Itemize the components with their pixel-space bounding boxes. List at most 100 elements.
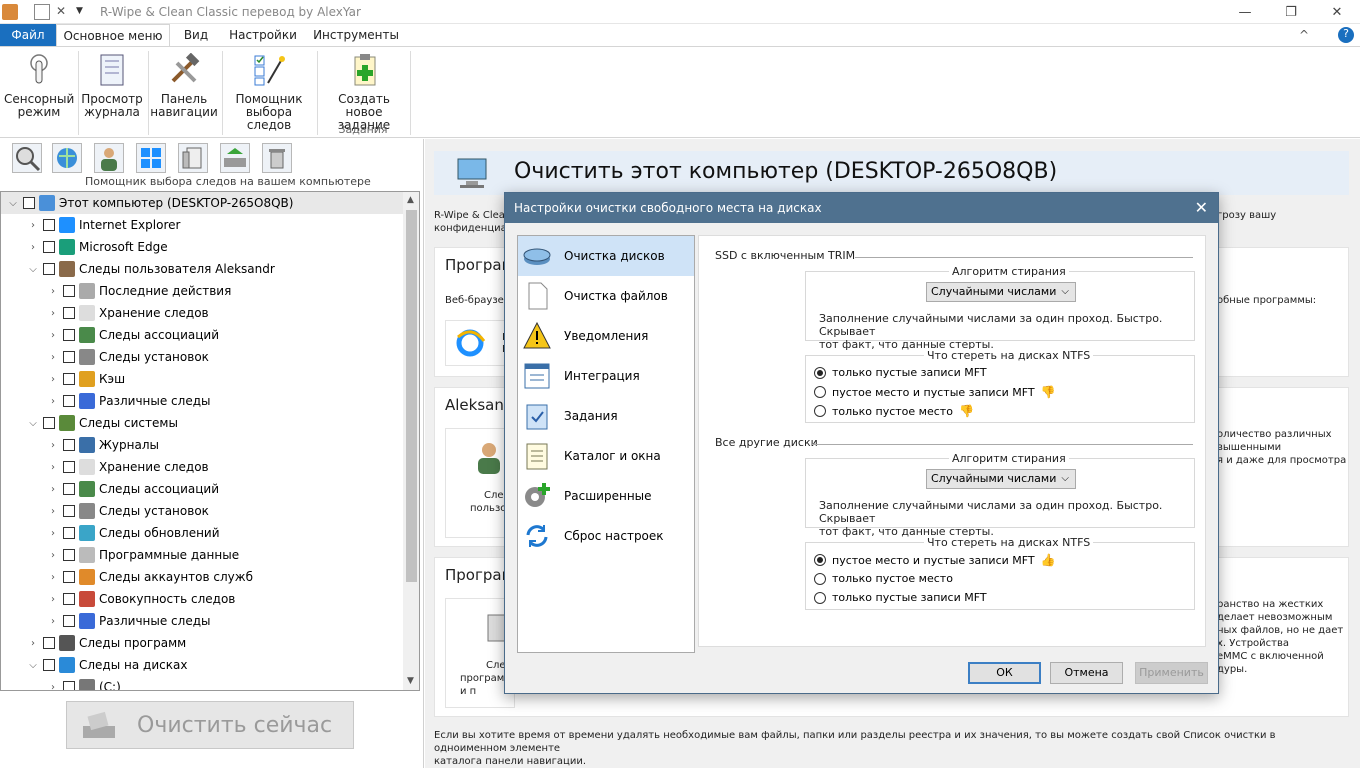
tree-item-checkbox[interactable] [63, 395, 75, 407]
tree-item[interactable]: › Совокупность следов [1, 588, 403, 610]
tree-item-checkbox[interactable] [43, 219, 55, 231]
tree-item[interactable]: › Кэш [1, 368, 403, 390]
chevron-right-icon[interactable]: › [27, 242, 39, 253]
tree-item[interactable]: › Различные следы [1, 390, 403, 412]
disk-wipe-icon[interactable] [220, 143, 250, 173]
dialog-close-icon[interactable]: ✕ [1195, 198, 1208, 217]
recycle-bin-icon[interactable] [262, 143, 292, 173]
ssd-opt-space-only[interactable]: только пустое место 👎 [814, 404, 974, 418]
ssd-algorithm-select[interactable]: Случайными числами ⌵ [926, 282, 1076, 302]
chevron-right-icon[interactable]: › [47, 528, 59, 539]
other-algorithm-select[interactable]: Случайными числами ⌵ [926, 469, 1076, 489]
tree-item[interactable]: › (C:) [1, 676, 403, 691]
magnifier-disk-icon[interactable] [12, 143, 42, 173]
quick-access-dropdown-icon[interactable]: ▼ [76, 6, 92, 22]
touch-mode-button[interactable]: Сенсорный режим [4, 51, 74, 119]
tab-view[interactable]: Вид [176, 24, 216, 46]
scroll-up-icon[interactable]: ▲ [407, 195, 414, 205]
tree-item-checkbox[interactable] [63, 505, 75, 517]
tree-item[interactable]: › Следы установок [1, 500, 403, 522]
nav-notifications[interactable]: Уведомления [518, 316, 694, 356]
other-opt-space-and-mft[interactable]: пустое место и пустые записи MFT 👍 [814, 553, 1056, 567]
close-button[interactable]: ✕ [1314, 0, 1360, 24]
tree-item[interactable]: › Журналы [1, 434, 403, 456]
tree-item-checkbox[interactable] [63, 329, 75, 341]
chevron-right-icon[interactable]: › [47, 616, 59, 627]
chevron-right-icon[interactable]: › [47, 550, 59, 561]
nav-catalog-windows[interactable]: Каталог и окна [518, 436, 694, 476]
chevron-down-icon[interactable]: ⌵ [27, 660, 39, 671]
tab-file[interactable]: Файл [0, 24, 56, 46]
tree-item[interactable]: › Следы ассоциаций [1, 478, 403, 500]
tree-item-checkbox[interactable] [43, 417, 55, 429]
tree-item-checkbox[interactable] [63, 483, 75, 495]
document-icon[interactable] [34, 4, 50, 20]
tree-item[interactable]: ⌵ Следы на дисках [1, 654, 403, 676]
tree-item-checkbox[interactable] [63, 285, 75, 297]
tree-scrollbar-thumb[interactable] [406, 210, 417, 582]
nav-integration[interactable]: Интеграция [518, 356, 694, 396]
tree-item-checkbox[interactable] [43, 637, 55, 649]
tree-item-checkbox[interactable] [63, 593, 75, 605]
tree-item[interactable]: › Последние действия [1, 280, 403, 302]
view-log-button[interactable]: Просмотр журнала [80, 51, 144, 119]
tab-main-menu[interactable]: Основное меню [56, 24, 170, 46]
other-opt-empty-mft[interactable]: только пустые записи MFT [814, 591, 987, 604]
tree-item-checkbox[interactable] [63, 461, 75, 473]
tree-item-checkbox[interactable] [63, 373, 75, 385]
chevron-right-icon[interactable]: › [47, 572, 59, 583]
tree-item[interactable]: › Следы программ [1, 632, 403, 654]
nav-reset-settings[interactable]: Сброс настроек [518, 516, 694, 556]
ssd-opt-space-and-mft[interactable]: пустое место и пустые записи MFT 👎 [814, 385, 1056, 399]
chevron-right-icon[interactable]: › [47, 462, 59, 473]
tree-item[interactable]: › Программные данные [1, 544, 403, 566]
tree-item-checkbox[interactable] [63, 439, 75, 451]
help-icon[interactable]: ? [1338, 27, 1354, 43]
ribbon-collapse-icon[interactable]: ^ [1296, 24, 1312, 46]
tree-item-checkbox[interactable] [43, 659, 55, 671]
tree-item[interactable]: › Следы ассоциаций [1, 324, 403, 346]
tree-item[interactable]: ⌵ Следы системы [1, 412, 403, 434]
nav-tasks[interactable]: Задания [518, 396, 694, 436]
tree-item-checkbox[interactable] [43, 241, 55, 253]
scroll-down-icon[interactable]: ▼ [407, 676, 414, 686]
tree-item[interactable]: › Microsoft Edge [1, 236, 403, 258]
chevron-right-icon[interactable]: › [47, 396, 59, 407]
chevron-right-icon[interactable]: › [27, 638, 39, 649]
tree-item-checkbox[interactable] [63, 571, 75, 583]
chevron-right-icon[interactable]: › [47, 506, 59, 517]
tree-item[interactable]: › Различные следы [1, 610, 403, 632]
apply-button[interactable]: Применить [1135, 662, 1208, 684]
chevron-right-icon[interactable]: › [47, 374, 59, 385]
ssd-opt-empty-mft[interactable]: только пустые записи MFT [814, 366, 987, 379]
tree-item[interactable]: ⌵ Следы пользователя Aleksandr [1, 258, 403, 280]
other-opt-space-only[interactable]: только пустое место [814, 572, 953, 585]
tree-item-checkbox[interactable] [63, 307, 75, 319]
minimize-button[interactable]: — [1222, 0, 1268, 24]
user-icon[interactable] [94, 143, 124, 173]
tree-item-checkbox[interactable] [63, 549, 75, 561]
chevron-right-icon[interactable]: › [47, 682, 59, 691]
tab-tools[interactable]: Инструменты [312, 24, 400, 46]
restore-button[interactable]: ❐ [1268, 0, 1314, 24]
create-task-button[interactable]: Создать новое задание [320, 51, 408, 132]
chevron-right-icon[interactable]: › [47, 440, 59, 451]
chevron-right-icon[interactable]: › [47, 594, 59, 605]
tree-item-checkbox[interactable] [63, 681, 75, 690]
tree-item-checkbox[interactable] [63, 351, 75, 363]
navigation-panel-button[interactable]: Панель навигации [150, 51, 218, 119]
windows-icon[interactable] [136, 143, 166, 173]
tree-item-checkbox[interactable] [63, 615, 75, 627]
tree-item[interactable]: › Internet Explorer [1, 214, 403, 236]
chevron-right-icon[interactable]: › [27, 220, 39, 231]
tree-item[interactable]: › Следы обновлений [1, 522, 403, 544]
nav-disk-cleaning[interactable]: Очистка дисков [518, 236, 694, 276]
tree-item[interactable]: › Хранение следов [1, 302, 403, 324]
ok-button[interactable]: ОК [968, 662, 1041, 684]
nav-file-cleaning[interactable]: Очистка файлов [518, 276, 694, 316]
tree-item[interactable]: › Следы аккаунтов служб [1, 566, 403, 588]
tools-icon[interactable]: ✕ [56, 4, 72, 20]
chevron-down-icon[interactable]: ⌵ [7, 198, 19, 209]
tree-item-checkbox[interactable] [43, 263, 55, 275]
nav-advanced[interactable]: Расширенные [518, 476, 694, 516]
